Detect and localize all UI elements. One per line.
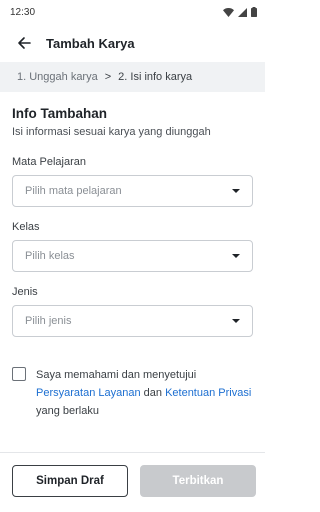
- section-header: Info Tambahan Isi informasi sesuai karya…: [12, 106, 253, 138]
- dropdown-caret-icon: [232, 254, 240, 258]
- status-icons: [223, 7, 257, 17]
- terms-link[interactable]: Persyaratan Layanan: [36, 387, 141, 399]
- step-separator: >: [104, 71, 112, 83]
- section-subtitle: Isi informasi sesuai karya yang diunggah: [12, 126, 211, 138]
- type-label: Jenis: [12, 286, 38, 298]
- status-time: 12:30: [10, 6, 36, 18]
- stepper: 1. Unggah karya > 2. Isi info karya: [0, 62, 265, 92]
- agreement-row: Saya memahami dan menyetujui Persyaratan…: [12, 366, 253, 420]
- page-title: Tambah Karya: [46, 35, 135, 51]
- back-arrow-icon: [18, 37, 31, 49]
- agreement-prefix: Saya memahami dan menyetujui: [36, 369, 197, 381]
- agreement-conjunction: dan: [143, 387, 162, 399]
- agreement-text: Saya memahami dan menyetujui Persyaratan…: [36, 366, 253, 420]
- dropdown-caret-icon: [232, 189, 240, 193]
- subject-select[interactable]: Pilih mata pelajaran: [12, 175, 253, 207]
- status-bar: 12:30: [0, 0, 265, 24]
- class-placeholder: Pilih kelas: [25, 250, 75, 262]
- app-bar: Tambah Karya: [0, 24, 265, 62]
- step-info: 2. Isi info karya: [118, 71, 193, 83]
- footer-divider: [0, 452, 265, 453]
- subject-placeholder: Pilih mata pelajaran: [25, 185, 122, 197]
- agreement-suffix: yang berlaku: [36, 405, 99, 417]
- agreement-checkbox[interactable]: [12, 367, 26, 381]
- battery-icon: [251, 7, 257, 17]
- privacy-link[interactable]: Ketentuan Privasi: [165, 387, 251, 399]
- section-title: Info Tambahan: [12, 106, 108, 121]
- type-select[interactable]: Pilih jenis: [12, 305, 253, 337]
- dropdown-caret-icon: [232, 319, 240, 323]
- back-button[interactable]: [14, 33, 34, 53]
- class-select[interactable]: Pilih kelas: [12, 240, 253, 272]
- type-placeholder: Pilih jenis: [25, 315, 72, 327]
- signal-icon: [238, 7, 247, 17]
- class-label: Kelas: [12, 221, 40, 233]
- wifi-icon: [223, 7, 234, 17]
- subject-label: Mata Pelajaran: [12, 156, 86, 168]
- step-upload: 1. Unggah karya: [17, 71, 98, 83]
- publish-button[interactable]: Terbitkan: [140, 465, 256, 497]
- save-draft-button[interactable]: Simpan Draf: [12, 465, 128, 497]
